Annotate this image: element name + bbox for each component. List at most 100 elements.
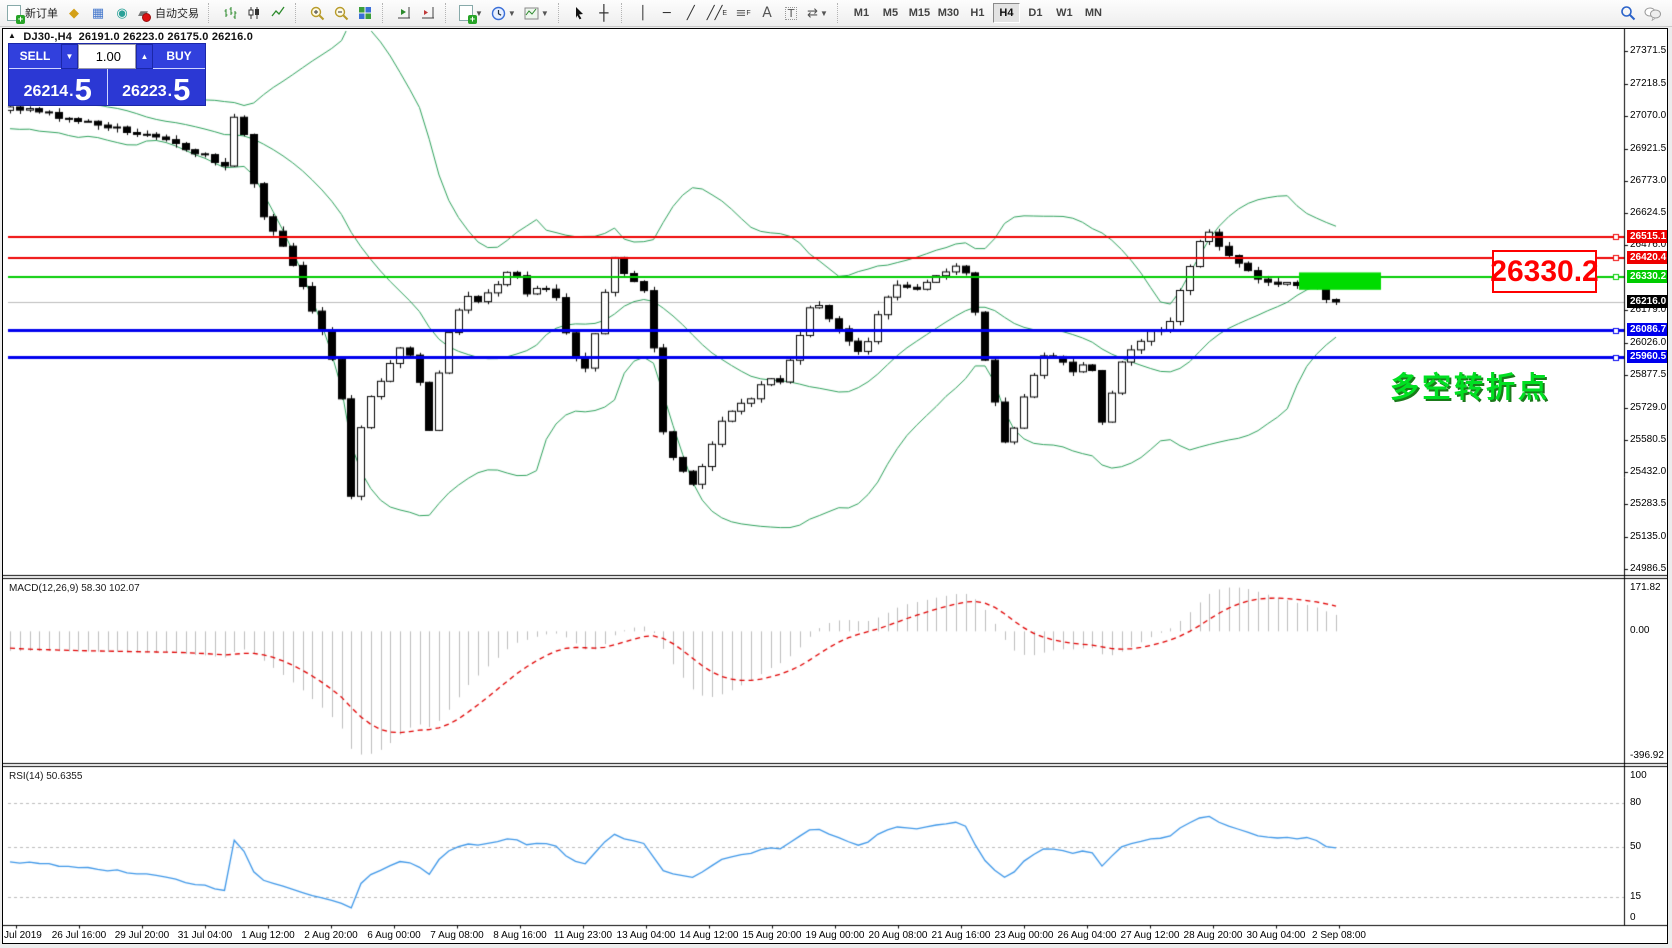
text-label-icon: T [784, 6, 798, 20]
fibonacci-tool[interactable]: ≡ F [731, 2, 755, 24]
tab-timeframe-h4[interactable]: H4 [992, 3, 1020, 23]
price-axis-tick: 27371.5 [1630, 45, 1667, 56]
crosshair-button[interactable]: ┼ [592, 2, 616, 24]
tab-timeframe-m15[interactable]: M15 [906, 3, 933, 23]
tab-timeframe-d1[interactable]: D1 [1022, 3, 1049, 23]
autotrading-stopped-dot [142, 12, 151, 22]
rsi-axis-bottom: 0 [1630, 912, 1636, 923]
toolbar-separator [557, 3, 563, 23]
trendline-tool[interactable]: ╱ [679, 2, 703, 24]
toolbar-separator [295, 3, 300, 23]
macd-axis-bottom: -396.92 [1630, 750, 1664, 761]
equidistant-channel-tool[interactable]: ╱╱ E [703, 2, 731, 24]
sell-price-main: 26214 [23, 83, 69, 100]
chart-shift-button[interactable] [416, 2, 440, 24]
price-callout-box[interactable]: 26330.2 [1490, 250, 1599, 293]
chart-canvas[interactable] [3, 29, 1667, 943]
chevron-down-icon: ▼ [820, 8, 828, 18]
price-axis-tick: 27070.0 [1630, 110, 1667, 122]
metaeditor-button[interactable]: ◆ [62, 2, 86, 24]
cursor-button[interactable] [568, 2, 592, 24]
terminal-icon: ▦ [91, 5, 105, 21]
text-tool[interactable]: A [755, 2, 779, 24]
indicators-button[interactable]: + ▼ [455, 2, 487, 24]
zoom-in-button[interactable] [305, 2, 329, 24]
auto-scroll-button[interactable] [392, 2, 416, 24]
candlestick-chart-button[interactable] [242, 2, 266, 24]
periods-button[interactable]: ▼ [487, 2, 520, 24]
time-axis-label: 28 Aug 20:00 [1183, 930, 1243, 941]
chat-button[interactable] [1640, 2, 1666, 24]
auto-scroll-icon [397, 7, 410, 19]
tab-timeframe-w1[interactable]: W1 [1051, 3, 1078, 23]
current-price-badge: 26216.0 [1627, 294, 1667, 308]
tab-timeframe-m5[interactable]: M5 [877, 3, 904, 23]
time-axis-label: 20 Aug 08:00 [868, 930, 928, 941]
time-axis-label: 15 Aug 20:00 [742, 930, 802, 941]
zoom-out-icon [334, 6, 348, 20]
indicators-icon: + [459, 5, 477, 24]
buy-price-main: 26223 [122, 83, 167, 100]
new-order-button[interactable]: + 新订单 [3, 2, 62, 24]
arrows-icon: ⇄ [807, 5, 818, 21]
signal-icon: ◉ [116, 5, 128, 21]
rsi-level-label: 80 [1630, 797, 1642, 808]
chart-title: ▲ DJ30-,H4 26191.0 26223.0 26175.0 26216… [8, 31, 253, 43]
candlestick-chart-icon [248, 7, 259, 19]
price-axis-tick: 26773.0 [1630, 174, 1667, 186]
price-axis-tick: 25877.5 [1630, 369, 1667, 381]
zoom-out-button[interactable] [329, 2, 353, 24]
volume-increase-button[interactable]: ▲ [136, 44, 153, 69]
time-axis-label: 26 Aug 04:00 [1057, 930, 1117, 941]
channel-icon: ╱╱ [706, 5, 723, 21]
time-axis-label: 30 Aug 04:00 [1246, 930, 1306, 941]
time-axis-label: 2 Sep 08:00 [1312, 930, 1366, 941]
search-button[interactable] [1616, 2, 1640, 24]
line-chart-icon [271, 6, 285, 17]
terminal-button[interactable]: ▦ [86, 2, 110, 24]
tile-windows-button[interactable] [353, 2, 377, 24]
collapse-panel-icon[interactable]: ▲ [8, 31, 16, 40]
time-axis-label: 7 Aug 08:00 [430, 930, 484, 941]
price-axis-tick: 26921.5 [1630, 142, 1667, 154]
editor-icon: ◆ [69, 5, 79, 21]
main-toolbar: + 新订单 ◆ ▦ ◉ ▰ 自动交易 [0, 0, 1672, 27]
sell-price-big-digit: 5 [74, 71, 92, 107]
rsi-axis-top: 100 [1630, 770, 1647, 781]
macd-indicator-label: MACD(12,26,9) 58.30 102.07 [9, 583, 140, 594]
time-axis-label: 26 Jul 16:00 [51, 930, 107, 941]
tab-timeframe-m1[interactable]: M1 [848, 3, 875, 23]
autotrading-button[interactable]: ▰ 自动交易 [134, 2, 203, 24]
time-axis-label: 8 Aug 16:00 [493, 930, 547, 941]
volume-decrease-button[interactable]: ▼ [61, 44, 78, 69]
autotrading-label: 自动交易 [155, 8, 199, 20]
vertical-line-tool[interactable]: │ [631, 2, 655, 24]
annotation-text[interactable]: 多空转折点 [1390, 364, 1550, 406]
time-axis-label: 23 Aug 00:00 [994, 930, 1054, 941]
text-label-tool[interactable]: T [779, 2, 803, 24]
volume-input[interactable]: 1.00 [78, 44, 136, 69]
bar-chart-button[interactable] [218, 2, 242, 24]
horizontal-line-tool[interactable]: ─ [655, 2, 679, 24]
sell-price[interactable]: 26214. 5 [9, 69, 108, 105]
price-axis-tick: 25432.0 [1630, 466, 1667, 478]
line-chart-button[interactable] [266, 2, 290, 24]
buy-price[interactable]: 26223. 5 [108, 69, 206, 105]
price-axis-tick: 26026.0 [1630, 337, 1667, 349]
templates-button[interactable]: ▼ [520, 2, 553, 24]
toolbar-separator [382, 3, 387, 23]
ohlc-values: 26191.0 26223.0 26175.0 26216.0 [78, 31, 254, 43]
buy-button[interactable]: BUY [153, 44, 205, 69]
macd-axis-top: 171.82 [1630, 582, 1661, 593]
price-line-badge: 26420.4 [1627, 250, 1667, 264]
time-axis-label: 29 Jul 20:00 [114, 930, 170, 941]
horizontal-line-icon: ─ [662, 5, 671, 21]
tab-timeframe-mn[interactable]: MN [1080, 3, 1107, 23]
arrows-tool[interactable]: ⇄ ▼ [803, 2, 832, 24]
tab-timeframe-h1[interactable]: H1 [964, 3, 991, 23]
sell-button[interactable]: SELL [9, 44, 61, 69]
signals-button[interactable]: ◉ [110, 2, 134, 24]
price-axis-tick: 27218.5 [1630, 78, 1667, 90]
price-axis-tick: 26624.5 [1630, 207, 1667, 219]
tab-timeframe-m30[interactable]: M30 [935, 3, 962, 23]
